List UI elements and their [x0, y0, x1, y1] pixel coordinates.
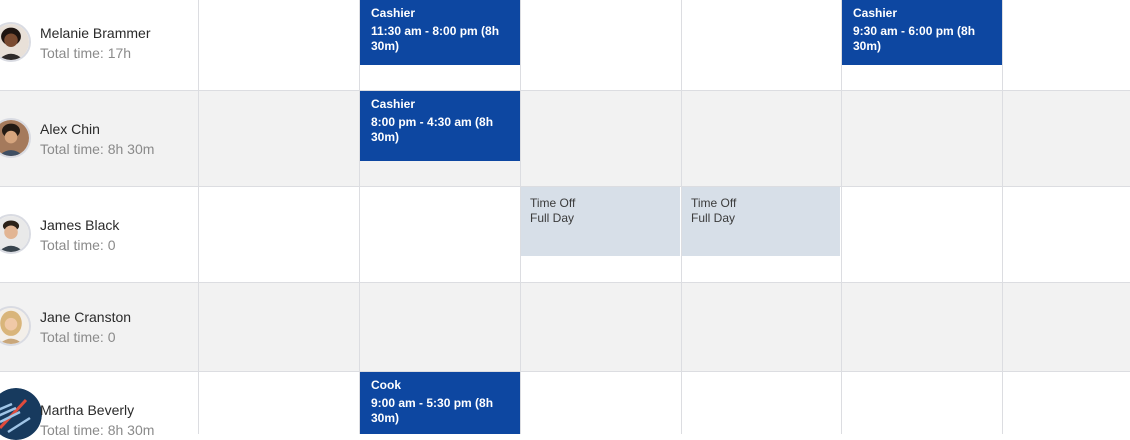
shift-block[interactable]: Cashier 11:30 am - 8:00 pm (8h 30m) [360, 0, 520, 65]
compass-logo-avatar-icon [0, 388, 42, 440]
employee-total-time: Total time: 8h 30m [40, 422, 155, 438]
employee-total-time: Total time: 0 [40, 329, 116, 345]
shift-role: Cook [371, 378, 401, 392]
avatar[interactable] [0, 388, 42, 440]
shift-block[interactable]: Cashier 9:30 am - 6:00 pm (8h 30m) [842, 0, 1002, 65]
shift-time: 9:30 am - 6:00 pm (8h 30m) [853, 24, 976, 53]
shift-role: Cashier [853, 6, 898, 20]
employee-total-time: Total time: 17h [40, 45, 132, 61]
avatar[interactable] [0, 22, 31, 62]
shift-block[interactable]: Cashier 8:00 pm - 4:30 am (8h 30m) [360, 91, 520, 161]
employee-name: Martha Beverly [40, 402, 135, 418]
employee-name: Melanie Brammer [40, 25, 151, 41]
employee-cell: Melanie Brammer Total time: 17h [0, 0, 198, 90]
time-off-block[interactable]: Time Off Full Day [682, 187, 840, 256]
schedule-grid: Melanie Brammer Total time: 17h Alex Chi… [0, 0, 1130, 440]
employee-total-time: Total time: 8h 30m [40, 141, 155, 157]
employee-cell: Jane Cranston Total time: 0 [0, 283, 198, 371]
column-divider [841, 0, 842, 434]
avatar[interactable] [0, 118, 31, 158]
avatar[interactable] [0, 306, 31, 346]
time-off-label: Time Off [691, 196, 737, 210]
time-off-block[interactable]: Time Off Full Day [521, 187, 680, 256]
column-divider [1002, 0, 1003, 434]
employee-name: Alex Chin [40, 121, 100, 137]
employee-name: James Black [40, 217, 120, 233]
time-off-detail: Full Day [691, 211, 736, 225]
employee-name: Jane Cranston [40, 309, 132, 325]
person-avatar-dark-hair-icon [0, 120, 29, 156]
employee-total-time: Total time: 0 [40, 237, 116, 253]
employee-cell: Alex Chin Total time: 8h 30m [0, 91, 198, 186]
person-avatar-blonde-hair-icon [0, 308, 29, 344]
shift-time: 8:00 pm - 4:30 am (8h 30m) [371, 115, 494, 144]
column-divider [359, 0, 360, 434]
column-divider [198, 0, 199, 434]
employee-cell: Martha Beverly Total time: 8h 30m [0, 372, 198, 440]
shift-block[interactable]: Cook 9:00 am - 5:30 pm (8h 30m) [360, 372, 520, 434]
time-off-label: Time Off [530, 196, 576, 210]
employee-row: Martha Beverly Total time: 8h 30m [0, 372, 1130, 440]
avatar[interactable] [0, 214, 31, 254]
shift-time: 11:30 am - 8:00 pm (8h 30m) [371, 24, 500, 53]
shift-role: Cashier [371, 6, 416, 20]
employee-cell: James Black Total time: 0 [0, 187, 198, 282]
time-off-detail: Full Day [530, 211, 575, 225]
person-avatar-dark-hair-icon [0, 24, 29, 60]
employee-row: Jane Cranston Total time: 0 [0, 283, 1130, 372]
person-avatar-short-hair-icon [0, 216, 29, 252]
employee-row: Alex Chin Total time: 8h 30m [0, 91, 1130, 187]
shift-time: 9:00 am - 5:30 pm (8h 30m) [371, 396, 494, 425]
shift-role: Cashier [371, 97, 416, 111]
